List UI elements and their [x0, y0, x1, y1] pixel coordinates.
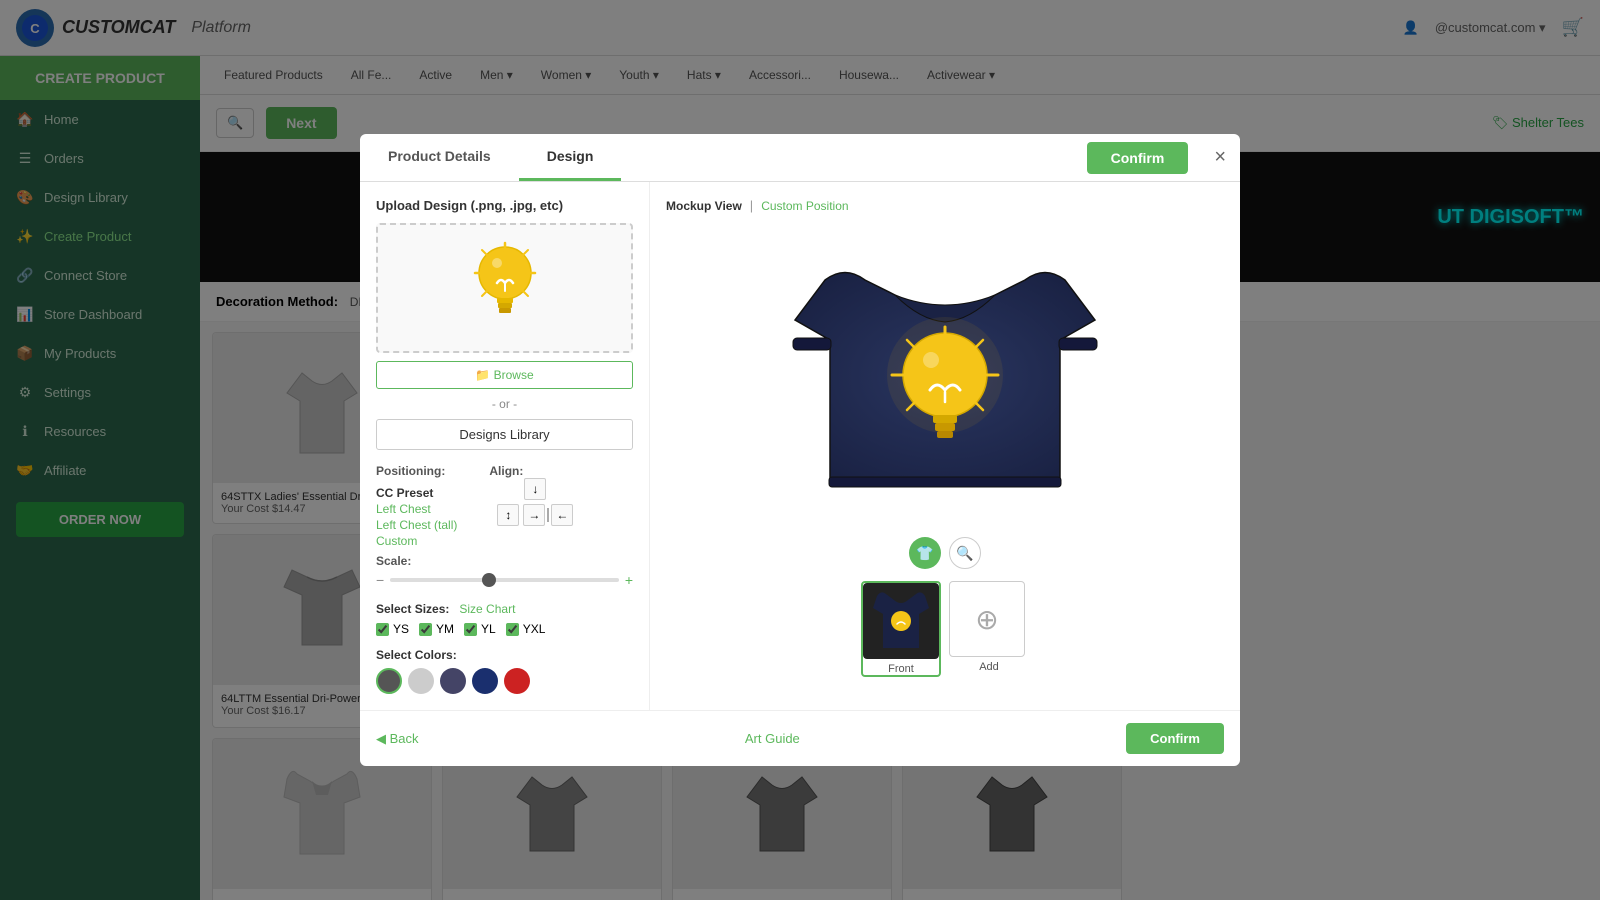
thumb-add-area[interactable]: ⊕	[949, 581, 1025, 657]
size-yxl[interactable]: YXL	[506, 622, 546, 636]
thumb-add-label: Add	[949, 661, 1029, 673]
align-row-mid: ↕ → ←	[497, 504, 573, 526]
slider-track[interactable]	[390, 578, 619, 582]
align-center-v-btn[interactable]: ↕	[497, 504, 519, 526]
art-guide-link[interactable]: Art Guide	[745, 731, 800, 746]
color-swatches	[376, 668, 633, 694]
upload-title: Upload Design (.png, .jpg, etc)	[376, 198, 633, 213]
size-yl[interactable]: YL	[464, 622, 496, 636]
align-row-top: ↓	[524, 478, 546, 500]
align-section: Align: ↓ ↕ → ←	[489, 464, 573, 548]
custom-position-link[interactable]: Custom Position	[761, 199, 848, 213]
modal-left-panel: Upload Design (.png, .jpg, etc)	[360, 182, 650, 710]
sizes-checkboxes: YS YM YL YXL	[376, 622, 633, 636]
modal-header: Product Details Design Confirm ×	[360, 134, 1240, 182]
mockup-view-link[interactable]: Mockup View	[666, 199, 742, 213]
color-swatch-dark-gray[interactable]	[440, 668, 466, 694]
size-ys-checkbox[interactable]	[376, 623, 389, 636]
thumb-add[interactable]: ⊕ Add	[949, 581, 1029, 677]
browse-button[interactable]: 📁 Browse	[376, 361, 633, 389]
scale-minus-btn[interactable]: −	[376, 572, 384, 588]
mockup-thumbnails: Front ⊕ Add	[861, 581, 1029, 677]
size-ym-checkbox[interactable]	[419, 623, 432, 636]
modal-overlay[interactable]: Product Details Design Confirm × Upload …	[0, 0, 1600, 900]
confirm-footer-button[interactable]: Confirm	[1126, 723, 1224, 754]
tab-design[interactable]: Design	[519, 134, 622, 181]
sizes-header: Select Sizes: Size Chart	[376, 602, 633, 616]
modal-right-panel: Mockup View | Custom Position	[650, 182, 1240, 710]
align-grid: ↓ ↕ → ←	[497, 478, 573, 526]
size-yl-checkbox[interactable]	[464, 623, 477, 636]
designs-library-button[interactable]: Designs Library	[376, 419, 633, 450]
slider-thumb[interactable]	[482, 573, 496, 587]
align-label: Align:	[489, 464, 573, 478]
or-text: - or -	[376, 397, 633, 411]
pos-values: CC Preset Left Chest Left Chest (tall) C…	[376, 486, 457, 548]
scale-plus-btn[interactable]: +	[625, 572, 633, 588]
color-swatch-gray[interactable]	[408, 668, 434, 694]
pos-cc-preset[interactable]: CC Preset	[376, 486, 457, 500]
size-ym[interactable]: YM	[419, 622, 454, 636]
positioning-align-container: Positioning: CC Preset Left Chest Left C…	[376, 464, 633, 548]
modal-body: Upload Design (.png, .jpg, etc)	[360, 182, 1240, 710]
pos-left-chest[interactable]: Left Chest	[376, 502, 457, 516]
scale-section: Scale: − +	[376, 554, 633, 588]
zoom-btn[interactable]: 🔍	[949, 537, 981, 569]
mockup-divider: |	[750, 198, 753, 213]
thumb-front-image	[863, 583, 939, 659]
align-divider	[547, 508, 549, 522]
pos-custom[interactable]: Custom	[376, 534, 457, 548]
mockup-header: Mockup View | Custom Position	[666, 198, 1224, 213]
scale-label: Scale:	[376, 554, 633, 568]
color-swatch-red[interactable]	[504, 668, 530, 694]
sizes-title: Select Sizes:	[376, 602, 449, 616]
modal: Product Details Design Confirm × Upload …	[360, 134, 1240, 766]
tab-product-details[interactable]: Product Details	[360, 134, 519, 181]
add-icon: ⊕	[975, 603, 998, 636]
bulb-image	[465, 241, 545, 336]
size-yxl-checkbox[interactable]	[506, 623, 519, 636]
modal-confirm-button[interactable]: Confirm	[1087, 142, 1189, 174]
align-left-btn[interactable]: →	[523, 504, 545, 526]
color-swatch-charcoal[interactable]	[376, 668, 402, 694]
back-button[interactable]: ◀ Back	[376, 731, 419, 747]
scale-slider: − +	[376, 572, 633, 588]
sizes-section: Select Sizes: Size Chart YS YM YL YXL	[376, 602, 633, 636]
colors-title: Select Colors:	[376, 648, 633, 662]
modal-close-button[interactable]: ×	[1200, 138, 1240, 177]
pos-left-chest-tall[interactable]: Left Chest (tall)	[376, 518, 457, 532]
thumb-front-label: Front	[863, 663, 939, 675]
thumb-shirt	[871, 586, 931, 656]
colors-section: Select Colors:	[376, 648, 633, 694]
positioning-label: Positioning:	[376, 464, 456, 478]
align-right-btn[interactable]: ←	[551, 504, 573, 526]
pos-row: Positioning:	[376, 464, 457, 478]
color-swatch-navy[interactable]	[472, 668, 498, 694]
size-chart-link[interactable]: Size Chart	[459, 602, 515, 616]
modal-footer: ◀ Back Art Guide Confirm	[360, 710, 1240, 766]
mockup-image-area	[775, 225, 1115, 525]
mockup-actions: 👕 🔍	[909, 537, 981, 569]
thumb-front[interactable]: Front	[861, 581, 941, 677]
size-ys[interactable]: YS	[376, 622, 409, 636]
upload-area[interactable]	[376, 223, 633, 353]
positioning-section: Positioning: CC Preset Left Chest Left C…	[376, 464, 457, 548]
align-down-btn[interactable]: ↓	[524, 478, 546, 500]
sweatshirt-mockup	[785, 230, 1105, 520]
shirt-icon-btn[interactable]: 👕	[909, 537, 941, 569]
